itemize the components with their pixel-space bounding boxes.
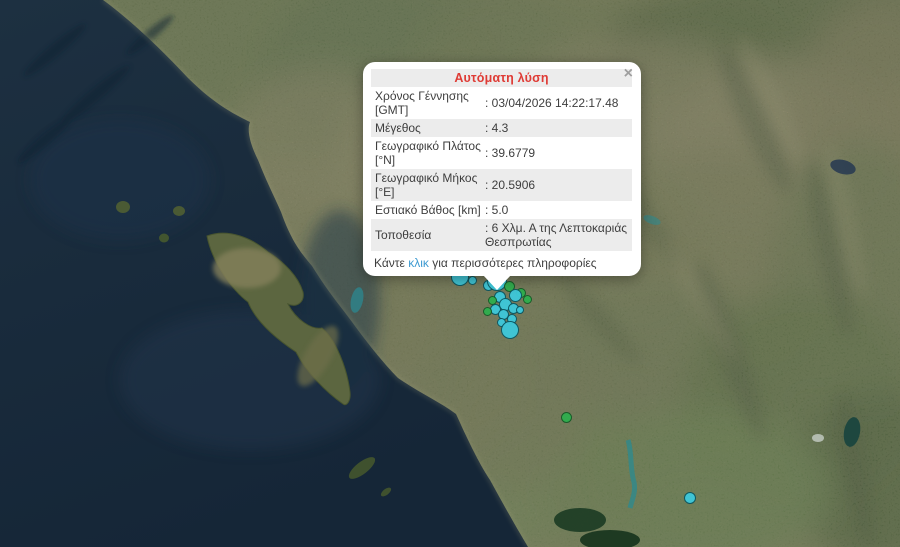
popup-footer-suffix: για περισσότερες πληροφορίες: [429, 256, 597, 270]
earthquake-marker[interactable]: [523, 295, 532, 304]
popup-row-location: Τοποθεσία : 6 Χλμ. Α της Λεπτοκαριάς Θεσ…: [371, 219, 632, 251]
earthquake-marker[interactable]: [516, 306, 524, 314]
popup-row-value: : 4.3: [485, 121, 628, 135]
popup-row-value: : 20.5906: [485, 178, 628, 192]
earthquake-marker[interactable]: [468, 276, 477, 285]
popup-row-longitude: Γεωγραφικό Μήκος [°E] : 20.5906: [371, 169, 632, 201]
popup-row-magnitude: Μέγεθος : 4.3: [371, 119, 632, 137]
earthquake-marker[interactable]: [483, 307, 492, 316]
popup-row-label: Χρόνος Γέννησης [GMT]: [375, 89, 485, 117]
popup-row-label: Γεωγραφικό Μήκος [°E]: [375, 171, 485, 199]
popup-row-value: : 03/04/2026 14:22:17.48: [485, 96, 628, 110]
popup-footer-prefix: Κάντε: [374, 256, 408, 270]
popup-row-label: Μέγεθος: [375, 121, 485, 135]
satellite-map[interactable]: × Αυτόματη λύση Χρόνος Γέννησης [GMT] : …: [0, 0, 900, 547]
earthquake-marker[interactable]: [501, 321, 519, 339]
earthquake-marker[interactable]: [561, 412, 572, 423]
popup-row-value: : 6 Χλμ. Α της Λεπτοκαριάς Θεσπρωτίας: [485, 221, 628, 249]
popup-table: Αυτόματη λύση Χρόνος Γέννησης [GMT] : 03…: [371, 69, 632, 251]
popup-pointer: [483, 275, 511, 290]
popup-row-label: Γεωγραφικό Πλάτος [°N]: [375, 139, 485, 167]
popup-row-label: Εστιακό Βάθος [km]: [375, 203, 485, 217]
popup-footer: Κάντε κλικ για περισσότερες πληροφορίες: [371, 256, 632, 270]
popup-title: Αυτόματη λύση: [371, 69, 632, 87]
popup-row-value: : 5.0: [485, 203, 628, 217]
earthquake-popup: × Αυτόματη λύση Χρόνος Γέννησης [GMT] : …: [363, 62, 641, 276]
popup-row-origin-time: Χρόνος Γέννησης [GMT] : 03/04/2026 14:22…: [371, 87, 632, 119]
popup-row-latitude: Γεωγραφικό Πλάτος [°N] : 39.6779: [371, 137, 632, 169]
earthquake-marker[interactable]: [684, 492, 696, 504]
more-info-link[interactable]: κλικ: [408, 256, 429, 270]
popup-row-value: : 39.6779: [485, 146, 628, 160]
popup-row-depth: Εστιακό Βάθος [km] : 5.0: [371, 201, 632, 219]
popup-close-button[interactable]: ×: [624, 66, 633, 82]
popup-row-label: Τοποθεσία: [375, 228, 485, 242]
